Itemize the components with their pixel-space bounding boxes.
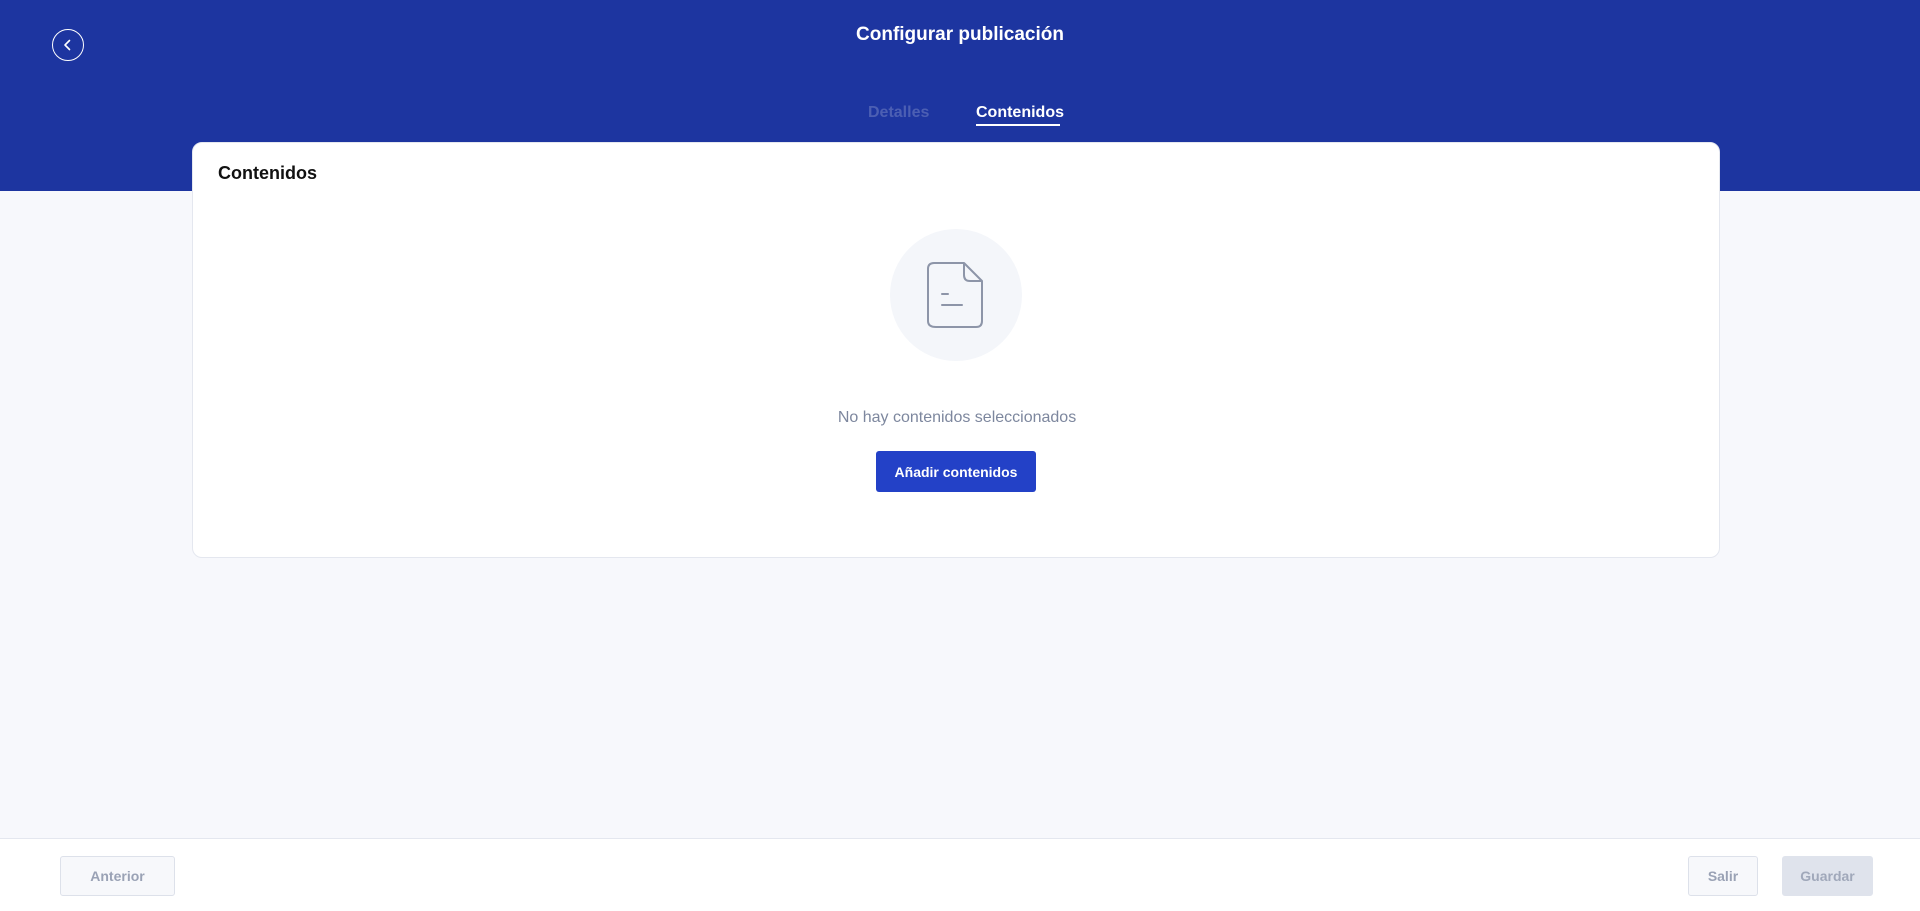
previous-button[interactable]: Anterior	[60, 856, 175, 896]
active-tab-indicator	[976, 124, 1060, 126]
document-icon	[927, 262, 983, 328]
add-contents-button[interactable]: Añadir contenidos	[876, 451, 1036, 492]
page: Configurar publicación Detalles Contenid…	[0, 0, 1920, 911]
empty-state-illustration	[890, 229, 1022, 361]
empty-state-message: No hay contenidos seleccionados	[837, 409, 1077, 426]
save-button[interactable]: Guardar	[1782, 856, 1873, 896]
tab-contents[interactable]: Contenidos	[976, 104, 1064, 122]
tab-bar: Detalles Contenidos	[0, 100, 1920, 130]
page-title: Configurar publicación	[856, 24, 1064, 45]
tab-details[interactable]: Detalles	[868, 104, 929, 122]
contents-card: Contenidos No hay contenidos seleccionad…	[192, 142, 1720, 558]
card-title: Contenidos	[218, 163, 317, 183]
footer-bar: Anterior Salir Guardar	[0, 838, 1920, 911]
exit-button[interactable]: Salir	[1688, 856, 1758, 896]
